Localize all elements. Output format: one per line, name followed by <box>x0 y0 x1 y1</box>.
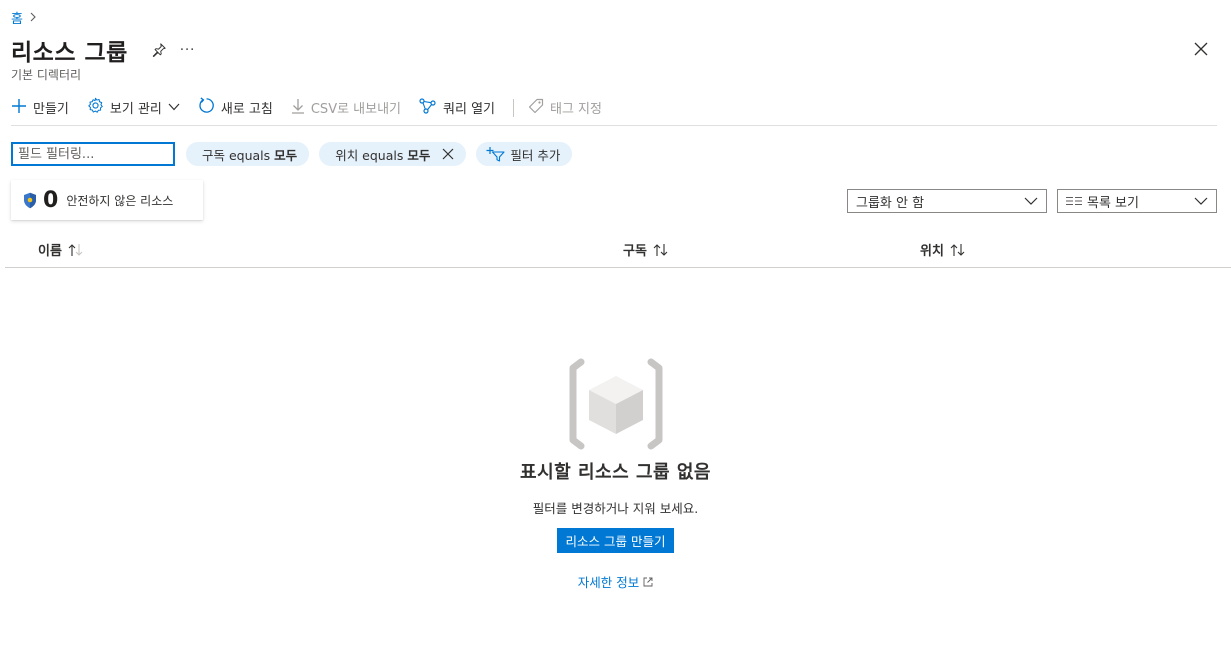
export-csv-button[interactable]: CSV로 내보내기 <box>291 98 401 118</box>
insecure-resources-count: 0 <box>43 187 59 213</box>
empty-state-title: 표시할 리소스 그룹 없음 <box>520 462 711 483</box>
add-filter-icon <box>486 146 506 162</box>
filter-input[interactable] <box>11 142 175 166</box>
page-subtitle: 기본 디렉터리 <box>11 68 82 82</box>
location-filter-pill[interactable]: 위치 equals 모두 <box>319 142 467 166</box>
create-label: 만들기 <box>33 102 69 117</box>
column-header-name[interactable]: 이름 <box>38 240 84 259</box>
subscription-filter-prefix: 구독 equals <box>202 147 271 163</box>
sort-icon <box>653 243 669 257</box>
column-header-subscription[interactable]: 구독 <box>623 240 669 259</box>
external-link-icon <box>643 577 653 587</box>
open-query-button[interactable]: 쿼리 열기 <box>419 97 495 118</box>
location-filter-prefix: 위치 equals <box>335 147 404 163</box>
create-button[interactable]: 만들기 <box>11 98 69 118</box>
page-title: 리소스 그룹 <box>11 40 128 66</box>
shield-icon <box>23 192 37 209</box>
grouping-dropdown[interactable]: 그룹화 안 함 <box>847 189 1047 213</box>
list-view-icon <box>1066 196 1083 206</box>
empty-state: 표시할 리소스 그룹 없음 필터를 변경하거나 지워 보세요. 리소스 그룹 만… <box>0 358 1231 591</box>
insecure-resources-card[interactable]: 0 안전하지 않은 리소스 <box>11 180 203 220</box>
column-header-location[interactable]: 위치 <box>920 240 966 259</box>
refresh-icon <box>198 97 215 118</box>
empty-state-description: 필터를 변경하거나 지워 보세요. <box>532 501 699 516</box>
export-csv-label: CSV로 내보내기 <box>310 102 402 117</box>
pin-icon[interactable] <box>152 43 166 57</box>
learn-more-label: 자세한 정보 <box>577 575 640 590</box>
column-header-label: 위치 <box>920 244 944 259</box>
toolbar-divider <box>513 98 514 117</box>
gear-icon <box>87 97 104 118</box>
query-icon <box>419 97 437 118</box>
chevron-right-icon <box>29 11 37 25</box>
more-options-icon[interactable]: ··· <box>180 43 195 58</box>
insecure-resources-label: 안전하지 않은 리소스 <box>66 193 174 208</box>
subscription-filter-pill[interactable]: 구독 equals 모두 <box>186 142 310 166</box>
grouping-dropdown-value: 그룹화 안 함 <box>856 195 925 211</box>
column-header-label: 이름 <box>38 244 62 259</box>
refresh-button[interactable]: 새로 고침 <box>198 97 273 118</box>
remove-filter-icon[interactable] <box>442 148 454 160</box>
column-header-label: 구독 <box>623 244 647 259</box>
breadcrumb-home-link[interactable]: 홈 <box>11 8 23 27</box>
add-filter-label: 필터 추가 <box>510 147 561 163</box>
close-icon[interactable] <box>1194 42 1208 60</box>
subscription-filter-value: 모두 <box>274 147 298 163</box>
create-resource-group-button[interactable]: 리소스 그룹 만들기 <box>556 528 675 553</box>
resource-group-icon <box>567 358 665 450</box>
table-header: 이름 구독 위치 <box>5 234 1231 268</box>
title-row: 리소스 그룹 ··· <box>11 33 195 67</box>
plus-icon <box>11 98 27 118</box>
view-mode-dropdown-value: 목록 보기 <box>1087 195 1139 211</box>
sort-icon <box>950 243 966 257</box>
add-filter-button[interactable]: 필터 추가 <box>476 142 573 166</box>
filter-bar: 구독 equals 모두 위치 equals 모두 필터 추가 <box>11 142 573 166</box>
open-query-label: 쿼리 열기 <box>443 102 495 117</box>
assign-tags-button[interactable]: 태그 지정 <box>528 98 602 118</box>
breadcrumb: 홈 <box>11 8 37 27</box>
chevron-down-icon <box>1024 197 1038 205</box>
location-filter-value: 모두 <box>407 147 431 163</box>
learn-more-link[interactable]: 자세한 정보 <box>578 572 653 591</box>
view-mode-dropdown[interactable]: 목록 보기 <box>1057 189 1217 213</box>
manage-view-label: 보기 관리 <box>109 102 162 117</box>
command-bar: 만들기 보기 관리 새로 고침 CSV로 내보내기 쿼리 열기 태그 지정 <box>11 96 1217 126</box>
chevron-down-icon <box>168 100 180 115</box>
sort-ascending-icon <box>68 243 84 257</box>
chevron-down-icon <box>1194 197 1208 205</box>
manage-view-button[interactable]: 보기 관리 <box>87 97 180 118</box>
assign-tags-label: 태그 지정 <box>550 102 602 117</box>
refresh-label: 새로 고침 <box>220 102 273 117</box>
tag-icon <box>528 98 544 118</box>
download-icon <box>291 98 305 118</box>
